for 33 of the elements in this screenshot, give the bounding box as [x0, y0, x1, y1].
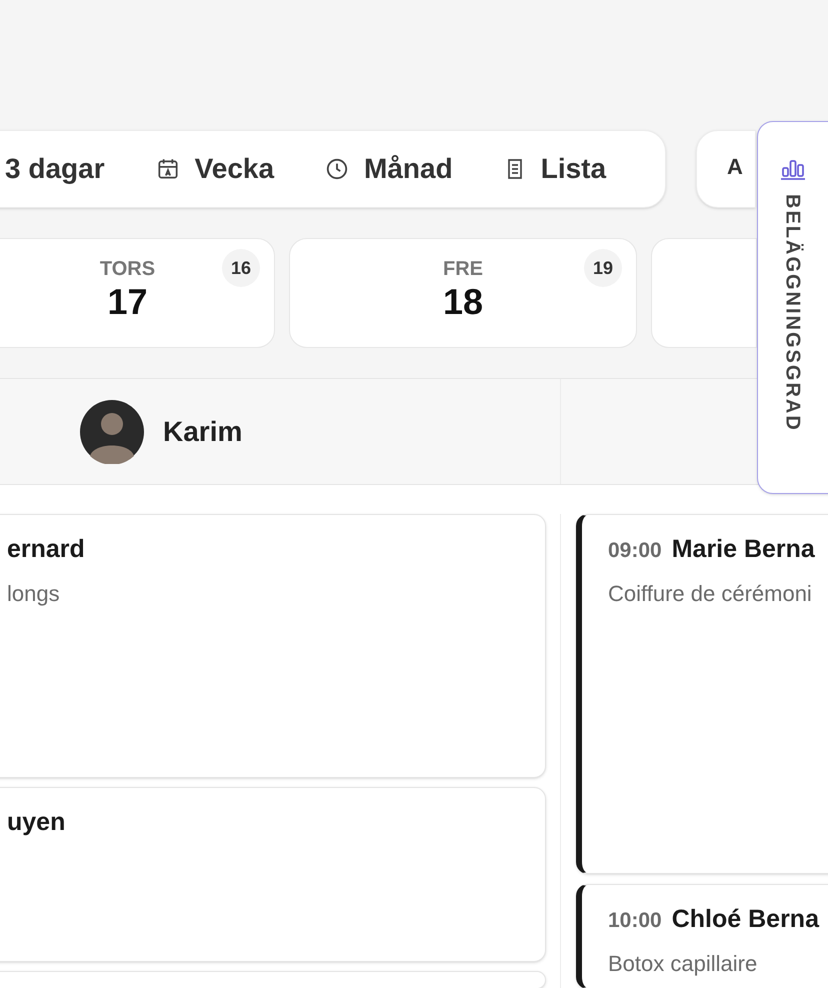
client-name: Chloé Berna: [672, 904, 819, 935]
appointment-time: 09:00: [608, 538, 662, 564]
client-name: Marie Berna: [672, 534, 815, 565]
staff-name: Karim: [163, 414, 242, 448]
day-card[interactable]: FRE 18 19: [289, 238, 637, 348]
count-badge: 19: [584, 249, 622, 287]
avatar-icon: [80, 400, 144, 464]
tab-label: BELÄGGNINGSGRAD: [780, 194, 805, 432]
toolbar-button[interactable]: A: [696, 130, 756, 208]
appointment-card[interactable]: [0, 971, 546, 988]
view-tab[interactable]: Lista: [502, 148, 606, 190]
service-name: Botox capillaire: [608, 950, 758, 978]
appointment-time: 10:00: [608, 908, 662, 934]
service-name: Coiffure de cérémoni: [608, 580, 813, 608]
client-name: uyen: [7, 807, 66, 838]
day-card[interactable]: [651, 238, 757, 348]
weekday-label: FRE: [443, 259, 483, 279]
date-number: 17: [107, 280, 148, 324]
day-card[interactable]: TORS 17 16: [0, 238, 275, 348]
occupancy-tab[interactable]: BELÄGGNINGSGRAD: [757, 121, 828, 494]
appointment-card[interactable]: uyen: [0, 787, 546, 962]
client-name: ernard: [7, 534, 85, 565]
count-badge: 16: [222, 249, 260, 287]
view-tab[interactable]: Vecka: [154, 148, 274, 190]
bar-chart-icon: [780, 158, 806, 180]
appointment-card[interactable]: 09:00 Marie Berna Coiffure de cérémoni: [576, 514, 828, 874]
appointment-card[interactable]: 10:00 Chloé Berna Botox capillaire: [576, 884, 828, 988]
view-tab[interactable]: 3 dagar: [5, 148, 105, 190]
date-number: 18: [442, 280, 484, 324]
appointment-card[interactable]: ernard longs: [0, 514, 546, 778]
weekday-label: TORS: [100, 259, 156, 279]
view-tab[interactable]: Månad: [324, 148, 453, 190]
service-name: longs: [7, 580, 61, 608]
